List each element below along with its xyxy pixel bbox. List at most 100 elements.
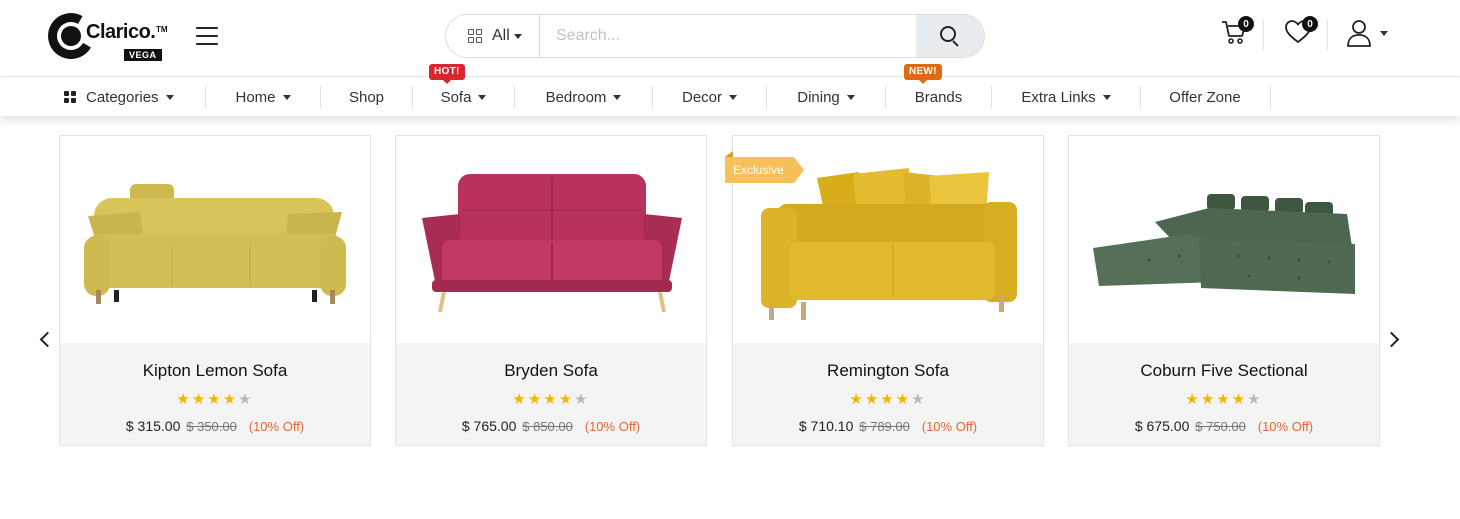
discount-label: (10% Off): [584, 419, 641, 434]
chevron-down-icon: [165, 94, 174, 100]
nav-item-label: Extra Links: [1021, 88, 1096, 106]
product-info: Bryden Sofa ★★★★★ $ 765.00 $ 850.00 (10%…: [396, 343, 706, 445]
old-price: $ 350.00: [186, 419, 237, 434]
chevron-down-icon: [478, 94, 487, 100]
product-name[interactable]: Remington Sofa: [733, 361, 1043, 381]
wishlist-button[interactable]: 0: [1284, 16, 1318, 48]
product-card[interactable]: Exclusive Remington Sofa ★★★★★ $ 710.10 …: [725, 135, 1044, 446]
search-button[interactable]: [916, 15, 984, 57]
product-image[interactable]: [1069, 136, 1379, 343]
chevron-down-icon: [1102, 94, 1111, 100]
chevron-down-icon: [282, 94, 291, 100]
hot-badge: HOT!: [429, 64, 465, 84]
cart-count-badge: 0: [1238, 16, 1254, 32]
old-price: $ 850.00: [522, 419, 573, 434]
nav-item-dining[interactable]: Dining: [767, 78, 885, 116]
nav-item-offer-zone[interactable]: Offer Zone: [1141, 78, 1269, 116]
nav-item-shop[interactable]: Shop: [321, 78, 412, 116]
star-icon: ★: [1200, 391, 1217, 408]
header-divider: [1327, 20, 1328, 50]
categories-grid-icon: [64, 91, 76, 103]
star-icon: ★: [574, 391, 590, 408]
chevron-left-icon[interactable]: [34, 328, 54, 352]
logo-wordmark: Clarico.: [86, 21, 156, 43]
wishlist-count-badge: 0: [1302, 16, 1318, 32]
main-navigation: Categories Home Shop HOT! Sofa Bedroom D…: [0, 64, 1460, 116]
product-price: $ 315.00 $ 350.00 (10% Off): [60, 418, 370, 434]
product-name[interactable]: Coburn Five Sectional: [1069, 361, 1379, 381]
hamburger-icon[interactable]: [196, 27, 220, 47]
grid-icon: [468, 29, 482, 43]
product-card[interactable]: Coburn Five Sectional ★★★★★ $ 675.00 $ 7…: [1068, 135, 1380, 446]
star-icon: ★: [512, 391, 528, 408]
nav-item-label: Brands: [914, 88, 963, 106]
star-icon: ★: [911, 391, 927, 408]
chevron-down-icon: [846, 94, 855, 100]
discount-label: (10% Off): [1257, 419, 1314, 434]
logo-subtitle: VEGA: [124, 49, 162, 61]
star-icon: ★: [527, 391, 544, 408]
nav-item-label: Dining: [797, 88, 840, 106]
nav-divider: [1270, 86, 1271, 108]
star-icon: ★: [1185, 391, 1201, 408]
product-image[interactable]: [60, 136, 370, 343]
chevron-right-icon[interactable]: [1384, 328, 1404, 352]
search-bar: All: [445, 14, 985, 58]
star-icon: ★: [543, 391, 559, 408]
new-badge: NEW!: [904, 64, 942, 84]
product-image: Exclusive: [725, 136, 1043, 343]
discount-label: (10% Off): [921, 419, 978, 434]
product-info: Coburn Five Sectional ★★★★★ $ 675.00 $ 7…: [1069, 343, 1379, 445]
star-icon: ★: [191, 391, 208, 408]
rating-stars: ★★★★★: [1069, 390, 1379, 408]
product-name[interactable]: Bryden Sofa: [396, 361, 706, 381]
nav-item-categories[interactable]: Categories: [64, 78, 184, 116]
nav-item-brands[interactable]: NEW! Brands: [886, 64, 991, 116]
product-card[interactable]: Kipton Lemon Sofa ★★★★★ $ 315.00 $ 350.0…: [59, 135, 371, 446]
nav-item-home[interactable]: Home: [206, 78, 320, 116]
nav-item-label: Home: [235, 88, 276, 106]
chevron-down-icon: [513, 33, 522, 39]
search-icon: [940, 26, 960, 47]
nav-item-label: Shop: [348, 88, 385, 106]
exclusive-ribbon: Exclusive: [725, 151, 804, 183]
sofa-image: [422, 174, 682, 313]
chevron-down-icon: [729, 94, 737, 100]
nav-item-sofa[interactable]: HOT! Sofa: [413, 64, 514, 116]
product-info: Remington Sofa ★★★★★ $ 710.10 $ 789.00 (…: [733, 343, 1043, 445]
current-price: $ 675.00: [1134, 418, 1190, 434]
product-card[interactable]: Bryden Sofa ★★★★★ $ 765.00 $ 850.00 (10%…: [395, 135, 707, 446]
star-icon: ★: [849, 391, 865, 408]
brand-logo[interactable]: Clarico. TM VEGA: [42, 7, 168, 65]
search-category-select[interactable]: All: [446, 15, 540, 57]
search-input[interactable]: [540, 15, 916, 57]
site-header: Clarico. TM VEGA All 0 0: [0, 0, 1460, 77]
nav-item-label: Bedroom: [545, 88, 607, 106]
star-icon: ★: [895, 391, 912, 408]
nav-item-bedroom[interactable]: Bedroom: [515, 78, 652, 116]
star-icon: ★: [1216, 391, 1232, 408]
product-name[interactable]: Kipton Lemon Sofa: [60, 361, 370, 381]
nav-item-decor[interactable]: Decor: [653, 78, 766, 116]
star-icon: ★: [1231, 391, 1248, 408]
chevron-down-icon: [613, 94, 622, 100]
nav-item-extra-links[interactable]: Extra Links: [992, 78, 1140, 116]
product-image[interactable]: [396, 136, 706, 343]
chevron-down-icon: [1380, 31, 1388, 36]
user-menu-button[interactable]: [1346, 18, 1388, 48]
star-icon: ★: [238, 391, 254, 408]
star-icon: ★: [558, 391, 575, 408]
user-icon: [1347, 20, 1371, 47]
cart-button[interactable]: 0: [1220, 16, 1254, 48]
product-price: $ 675.00 $ 750.00 (10% Off): [1069, 418, 1379, 434]
old-price: $ 750.00: [1195, 419, 1246, 434]
old-price: $ 789.00: [859, 419, 910, 434]
product-price: $ 765.00 $ 850.00 (10% Off): [396, 418, 706, 434]
sofa-image: [1093, 194, 1355, 294]
current-price: $ 765.00: [461, 418, 517, 434]
product-info: Kipton Lemon Sofa ★★★★★ $ 315.00 $ 350.0…: [60, 343, 370, 445]
rating-stars: ★★★★★: [396, 390, 706, 408]
nav-item-label: Decor: [681, 88, 722, 106]
header-divider: [1263, 20, 1264, 50]
star-icon: ★: [207, 391, 223, 408]
